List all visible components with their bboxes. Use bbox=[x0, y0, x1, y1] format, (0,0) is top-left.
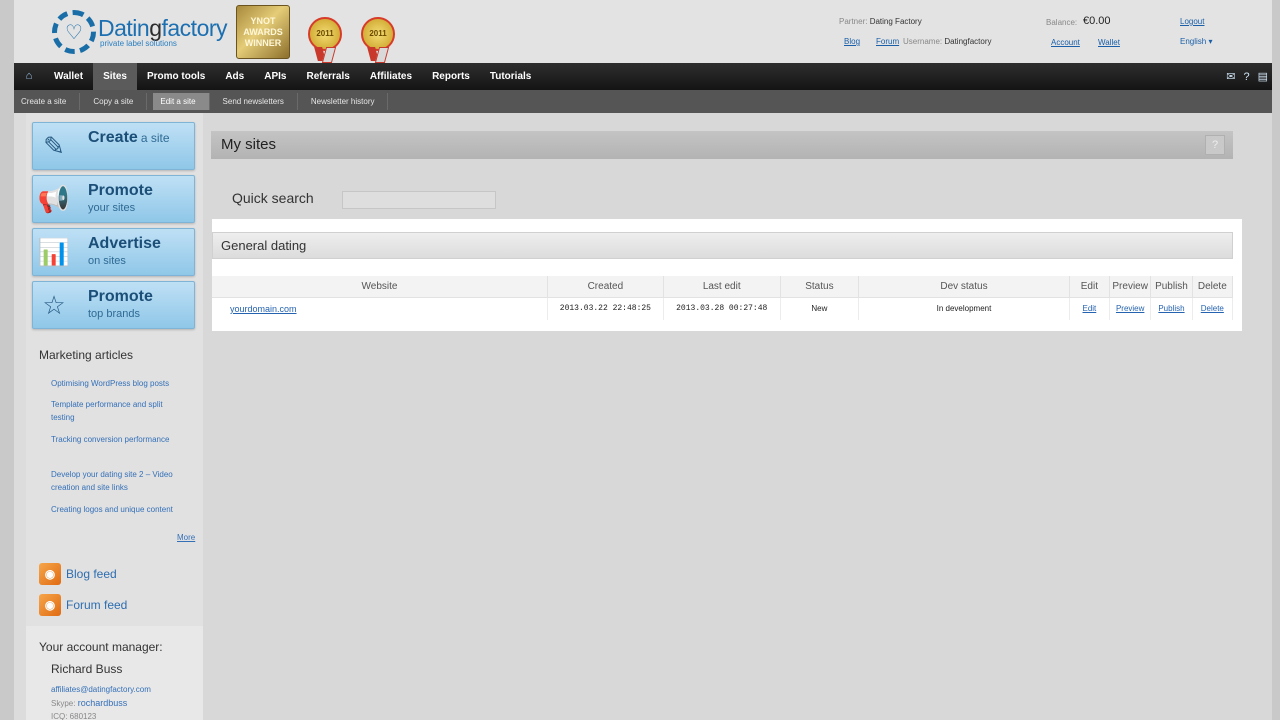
language-select[interactable]: English ▾ bbox=[1180, 37, 1213, 46]
nav-ads[interactable]: Ads bbox=[215, 63, 254, 90]
logout-link[interactable]: Logout bbox=[1180, 17, 1204, 26]
page: ♡ Datingfactory private label solutions … bbox=[14, 0, 1272, 720]
nav-tutorials[interactable]: Tutorials bbox=[480, 63, 541, 90]
help-icon[interactable]: ? bbox=[1243, 71, 1249, 83]
quick-search-input[interactable] bbox=[342, 191, 496, 209]
nav-reports[interactable]: Reports bbox=[422, 63, 480, 90]
more-articles-link[interactable]: More bbox=[177, 533, 195, 542]
logo[interactable]: ♡ Datingfactory private label solutions bbox=[52, 10, 228, 54]
subnav-newsletter-history[interactable]: Newsletter history bbox=[304, 93, 389, 110]
award-medal-icon: 2011 bbox=[305, 5, 345, 63]
account-manager-box: Your account manager: Richard Buss affil… bbox=[26, 626, 203, 720]
wallet-link[interactable]: Wallet bbox=[1098, 38, 1120, 47]
column-header-publish: Publish bbox=[1150, 276, 1193, 298]
column-header-edit: Edit bbox=[1069, 276, 1111, 298]
nav-sites[interactable]: Sites bbox=[93, 63, 137, 90]
balance-value: €0.00 bbox=[1083, 15, 1111, 27]
nav-referrals[interactable]: Referrals bbox=[296, 63, 359, 90]
preview-link[interactable]: Preview bbox=[1109, 297, 1152, 320]
nav-promo-tools[interactable]: Promo tools bbox=[137, 63, 215, 90]
column-header-website[interactable]: Website bbox=[212, 276, 548, 298]
article-link[interactable]: Template performance and split testing bbox=[51, 398, 181, 424]
main-nav: ⌂ Wallet Sites Promo tools Ads APIs Refe… bbox=[14, 63, 1272, 90]
edit-link[interactable]: Edit bbox=[1069, 297, 1111, 320]
marketing-articles-title: Marketing articles bbox=[39, 348, 134, 362]
blog-feed-link[interactable]: ◉ Blog feed bbox=[39, 563, 117, 585]
subnav-edit-a-site[interactable]: Edit a site bbox=[153, 93, 210, 110]
rss-icon: ◉ bbox=[39, 563, 61, 585]
sub-nav: Create a site Copy a site Edit a site Se… bbox=[14, 90, 1272, 113]
column-header-preview: Preview bbox=[1109, 276, 1152, 298]
forum-link[interactable]: Forum bbox=[876, 37, 899, 46]
created-cell: 2013.03.22 22:48:25 bbox=[547, 297, 664, 320]
blog-link[interactable]: Blog bbox=[844, 37, 860, 46]
column-header-last-edit[interactable]: Last edit bbox=[663, 276, 781, 298]
award-medal-icon: 2011 bbox=[358, 5, 398, 63]
forum-feed-link[interactable]: ◉ Forum feed bbox=[39, 594, 127, 616]
sites-table: Website Created Last edit Status Dev sta… bbox=[212, 276, 1234, 320]
subnav-copy-a-site[interactable]: Copy a site bbox=[86, 93, 148, 110]
last-edit-cell: 2013.03.28 00:27:48 bbox=[663, 297, 781, 320]
promote-sites-button[interactable]: 📢 Promote your sites bbox=[32, 175, 195, 223]
nav-wallet[interactable]: Wallet bbox=[44, 63, 93, 90]
account-manager-name: Richard Buss bbox=[51, 662, 123, 676]
dev-status-cell: In development bbox=[858, 297, 1070, 320]
account-manager-icq: ICQ: 680123 bbox=[51, 712, 97, 720]
advertise-button[interactable]: 📊 Advertise on sites bbox=[32, 228, 195, 276]
partner-info: Partner: Dating Factory bbox=[839, 17, 922, 26]
website-link[interactable]: yourdomain.com bbox=[212, 297, 548, 320]
my-sites-header: My sites ? bbox=[211, 131, 1233, 159]
nav-apis[interactable]: APIs bbox=[254, 63, 296, 90]
subnav-send-newsletters[interactable]: Send newsletters bbox=[216, 93, 298, 110]
home-icon[interactable]: ⌂ bbox=[14, 63, 44, 90]
chevron-down-icon: ▾ bbox=[1208, 37, 1213, 46]
sites-panel: General dating Website Created Last edit… bbox=[212, 219, 1242, 331]
account-link[interactable]: Account bbox=[1051, 38, 1080, 47]
article-link[interactable]: Tracking conversion performance bbox=[51, 433, 181, 446]
article-link[interactable]: Creating logos and unique content bbox=[51, 503, 181, 516]
quick-search-label: Quick search bbox=[232, 190, 314, 206]
column-header-delete: Delete bbox=[1192, 276, 1234, 298]
megaphone-icon: 📢 bbox=[37, 184, 71, 214]
account-manager-skype: Skype: rochardbuss bbox=[51, 698, 128, 708]
sidebar: ✎ Create a site 📢 Promote your sites 📊 Ad… bbox=[26, 113, 203, 720]
balance-label: Balance: bbox=[1046, 18, 1078, 27]
bar-chart-icon: 📊 bbox=[37, 237, 71, 267]
group-title: General dating bbox=[221, 238, 307, 253]
menu-stripes-icon[interactable]: ▤ bbox=[1258, 70, 1268, 83]
account-manager-title: Your account manager: bbox=[39, 640, 163, 654]
nav-affiliates[interactable]: Affiliates bbox=[360, 63, 422, 90]
delete-link[interactable]: Delete bbox=[1192, 297, 1234, 320]
page-title: My sites bbox=[221, 136, 277, 153]
promote-brands-button[interactable]: ☆ Promote top brands bbox=[32, 281, 195, 329]
account-manager-email[interactable]: affiliates@datingfactory.com bbox=[51, 685, 151, 694]
main-content: My sites ? Quick search General dating W… bbox=[203, 113, 1272, 720]
header: ♡ Datingfactory private label solutions … bbox=[14, 0, 1272, 63]
document-pen-icon: ✎ bbox=[43, 131, 65, 161]
create-site-button[interactable]: ✎ Create a site bbox=[32, 122, 195, 170]
username-info: Username: Datingfactory bbox=[903, 37, 992, 46]
heart-gear-icon: ♡ bbox=[52, 10, 96, 54]
table-header-row: Website Created Last edit Status Dev sta… bbox=[212, 276, 1234, 298]
star-icon: ☆ bbox=[42, 290, 66, 320]
help-button[interactable]: ? bbox=[1205, 135, 1225, 155]
article-link[interactable]: Develop your dating site 2 – Video creat… bbox=[51, 468, 181, 494]
status-cell: New bbox=[780, 297, 860, 320]
subnav-create-a-site[interactable]: Create a site bbox=[14, 93, 81, 110]
column-header-created[interactable]: Created bbox=[547, 276, 664, 298]
column-header-dev-status[interactable]: Dev status bbox=[858, 276, 1070, 298]
table-row: yourdomain.com 2013.03.22 22:48:25 2013.… bbox=[212, 297, 1234, 320]
article-link[interactable]: Optimising WordPress blog posts bbox=[51, 377, 181, 390]
mail-icon[interactable]: ✉ bbox=[1226, 70, 1235, 83]
group-header: General dating bbox=[212, 232, 1233, 259]
rss-icon: ◉ bbox=[39, 594, 61, 616]
publish-link[interactable]: Publish bbox=[1150, 297, 1193, 320]
ynot-award-badge: YNOT AWARDS WINNER bbox=[236, 5, 290, 59]
column-header-status[interactable]: Status bbox=[780, 276, 860, 298]
